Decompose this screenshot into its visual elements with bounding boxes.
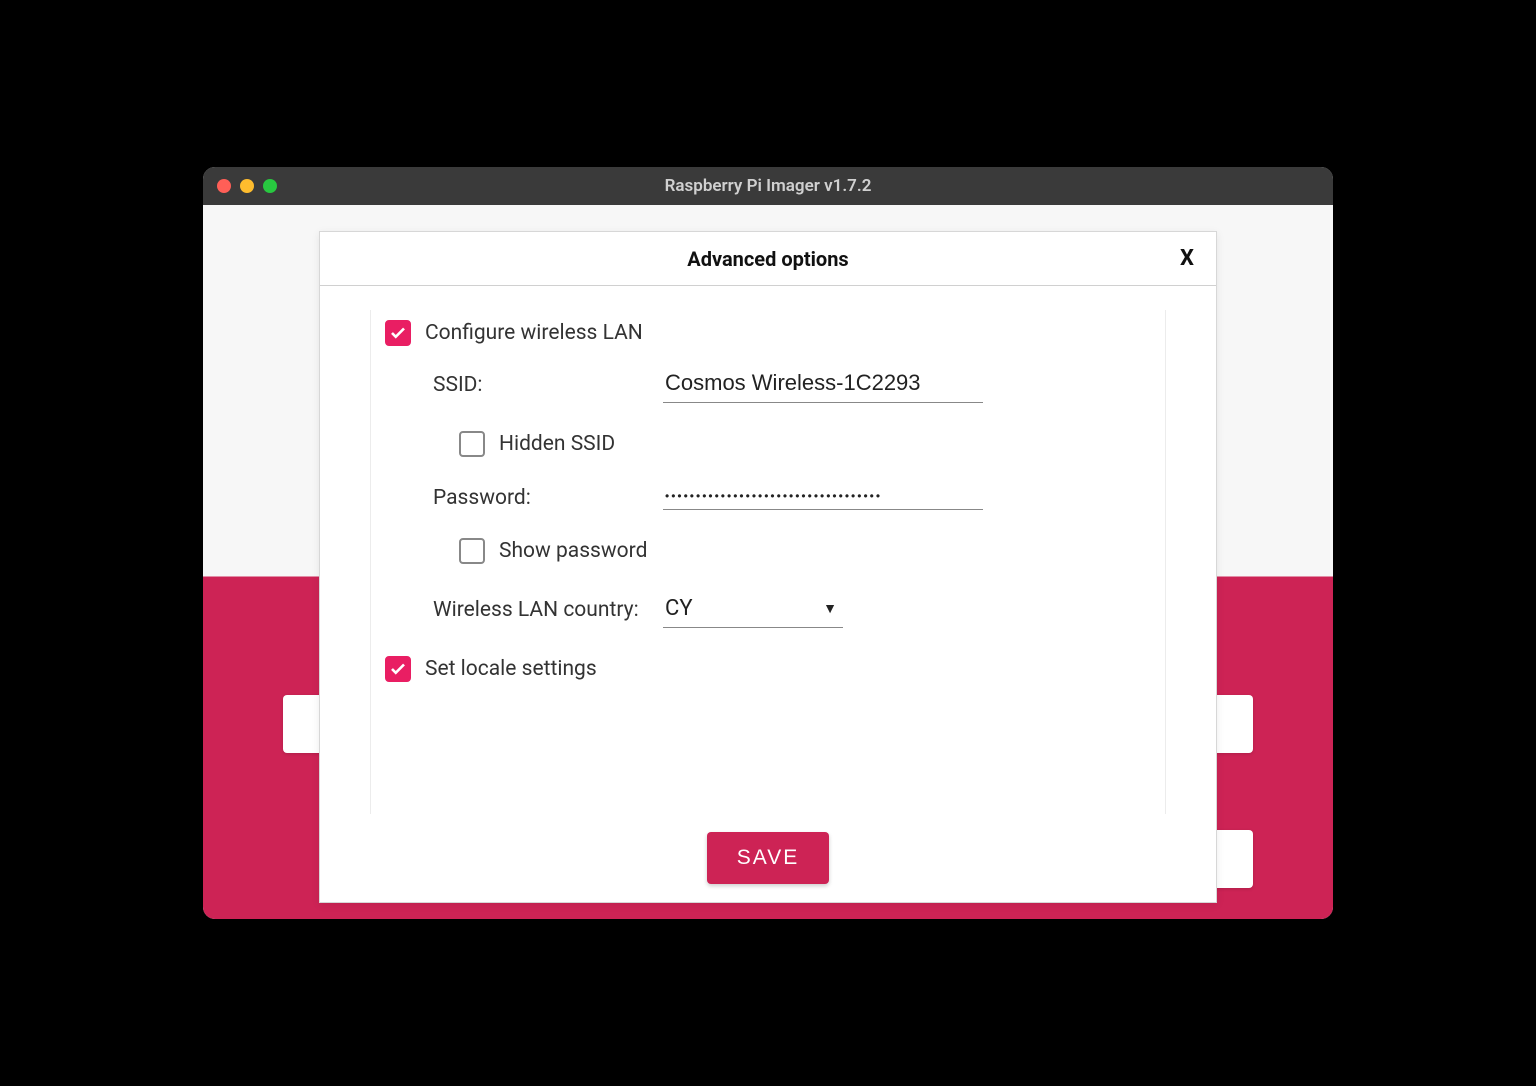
app-body: Advanced options X Configure wireless LA… — [203, 205, 1333, 919]
close-dialog-button[interactable]: X — [1180, 246, 1194, 271]
wlan-country-row: Wireless LAN country: CY ▼ — [433, 592, 1145, 628]
dialog-body: Configure wireless LAN SSID: Hidden SSID — [320, 286, 1216, 814]
window-title: Raspberry Pi Imager v1.7.2 — [203, 176, 1333, 196]
check-icon — [389, 324, 407, 342]
app-window: Raspberry Pi Imager v1.7.2 Advanced opti… — [203, 167, 1333, 919]
check-icon — [389, 660, 407, 678]
show-password-label: Show password — [499, 539, 647, 563]
wlan-country-value: CY — [665, 596, 823, 621]
password-row: Password: — [433, 485, 1145, 510]
hidden-ssid-label: Hidden SSID — [499, 432, 615, 456]
hidden-ssid-row: Hidden SSID — [459, 431, 1145, 457]
set-locale-checkbox[interactable] — [385, 656, 411, 682]
configure-wlan-row: Configure wireless LAN — [385, 320, 1145, 346]
wlan-country-label: Wireless LAN country: — [433, 598, 663, 622]
password-label: Password: — [433, 486, 663, 510]
minimize-window-icon[interactable] — [240, 179, 254, 193]
ssid-input[interactable] — [663, 366, 983, 403]
ssid-row: SSID: — [433, 366, 1145, 403]
save-button[interactable]: SAVE — [707, 832, 829, 884]
traffic-lights — [217, 179, 277, 193]
dialog-footer: SAVE — [320, 814, 1216, 902]
dialog-title: Advanced options — [687, 247, 848, 271]
close-window-icon[interactable] — [217, 179, 231, 193]
advanced-options-dialog: Advanced options X Configure wireless LA… — [319, 231, 1217, 903]
configure-wlan-label: Configure wireless LAN — [425, 321, 643, 345]
scroll-area: Configure wireless LAN SSID: Hidden SSID — [370, 310, 1166, 814]
titlebar: Raspberry Pi Imager v1.7.2 — [203, 167, 1333, 205]
chevron-down-icon: ▼ — [823, 600, 837, 617]
maximize-window-icon[interactable] — [263, 179, 277, 193]
show-password-checkbox[interactable] — [459, 538, 485, 564]
wlan-country-select[interactable]: CY ▼ — [663, 592, 843, 628]
configure-wlan-checkbox[interactable] — [385, 320, 411, 346]
ssid-label: SSID: — [433, 373, 663, 397]
dialog-header: Advanced options X — [320, 232, 1216, 286]
hidden-ssid-checkbox[interactable] — [459, 431, 485, 457]
set-locale-label: Set locale settings — [425, 657, 597, 681]
show-password-row: Show password — [459, 538, 1145, 564]
password-input[interactable] — [663, 485, 983, 510]
set-locale-row: Set locale settings — [385, 656, 1145, 682]
